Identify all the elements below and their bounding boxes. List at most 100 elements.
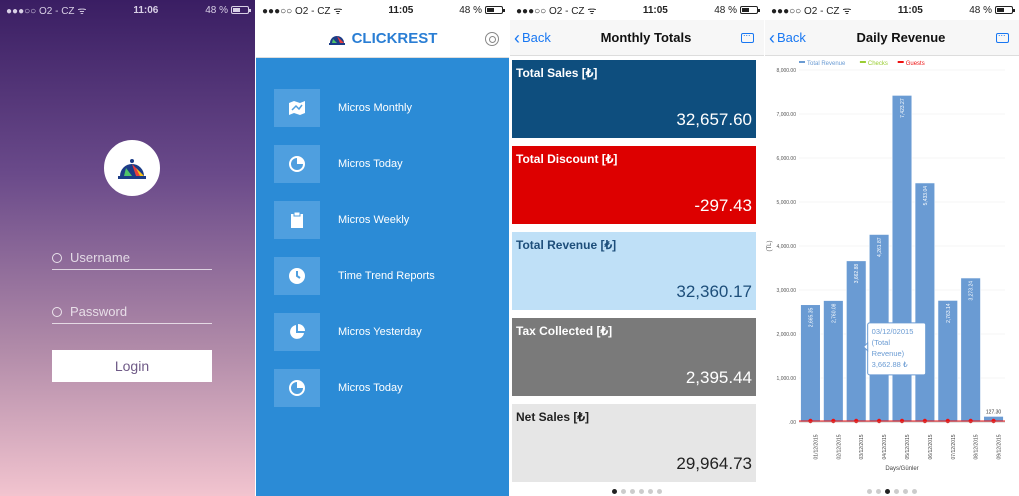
page-dot[interactable] (903, 489, 908, 494)
menu-item-micros-monthly[interactable]: Micros Monthly (256, 80, 509, 136)
y-tick-label: 6,000.00 (777, 156, 797, 162)
lock-icon (52, 306, 62, 317)
message-icon[interactable] (996, 28, 1009, 43)
page-indicator[interactable] (510, 489, 764, 494)
x-tick-label: 08/12/2015 (974, 434, 980, 459)
legend-label: Checks (868, 61, 888, 67)
x-tick-label: 06/12/2015 (928, 434, 934, 459)
page-dot[interactable] (630, 489, 635, 494)
pie-chart-icon (274, 369, 320, 407)
menu-item-label: Micros Today (338, 158, 403, 170)
tile-label: Total Revenue [₺] (516, 238, 617, 252)
clock: 11:05 (897, 4, 923, 16)
clock: 11:06 (133, 4, 159, 16)
bar-value-label: 5,433.04 (923, 186, 929, 206)
battery-percent: 48 % (205, 4, 228, 16)
menu-item-label: Micros Monthly (338, 102, 412, 114)
menu-item-label: Micros Today (338, 382, 403, 394)
tooltip-line: Revenue) (872, 349, 905, 358)
carrier-label: ●●●○○ O2 - CZ ᯤ (771, 6, 852, 17)
pie-chart-icon (274, 145, 320, 183)
back-button[interactable]: ‹ Back (765, 29, 806, 47)
y-tick-label: 4,000.00 (777, 244, 797, 250)
page-indicator[interactable] (765, 489, 1019, 494)
password-input[interactable] (70, 304, 200, 319)
menu-item-time-trend-reports[interactable]: Time Trend Reports (256, 248, 509, 304)
page-dot[interactable] (639, 489, 644, 494)
cloche-icon (328, 35, 345, 45)
battery-percent: 48 % (969, 4, 992, 16)
y-tick-label: .00 (789, 420, 796, 426)
tile-label: Net Sales [₺] (516, 410, 589, 424)
page-dot[interactable] (894, 489, 899, 494)
page-dot[interactable] (612, 489, 617, 494)
tile-value: 29,964.73 (676, 454, 752, 473)
username-input[interactable] (70, 250, 200, 265)
tile-net-sales[interactable]: Net Sales [₺] 29,964.73 (512, 404, 756, 482)
x-tick-label: 09/12/2015 (997, 434, 1003, 459)
x-tick-label: 04/12/2015 (882, 434, 888, 459)
message-icon[interactable] (741, 28, 754, 43)
carrier-label: ●●●○○ O2 - CZ ᯤ (516, 6, 597, 17)
nav-bar: ‹ Back Monthly Totals (510, 20, 764, 56)
tile-total-revenue[interactable]: Total Revenue [₺] 32,360.17 (512, 232, 756, 310)
tile-tax-collected[interactable]: Tax Collected [₺] 2,395.44 (512, 318, 756, 396)
bar-value-label: 4,261.87 (877, 237, 883, 257)
tile-total-discount[interactable]: Total Discount [₺] -297.43 (512, 146, 756, 224)
login-screen: ●●●○○ O2 - CZ ᯤ 11:06 48 % Login (0, 0, 255, 496)
page-dot[interactable] (621, 489, 626, 494)
page-dot[interactable] (876, 489, 881, 494)
y-tick-label: 2,000.00 (777, 332, 797, 338)
daily-revenue-screen: ●●●○○ O2 - CZ ᯤ 11:05 48 % ‹ Back Daily R… (765, 0, 1019, 496)
menu-item-label: Micros Weekly (338, 214, 410, 226)
tooltip-line: 03/12/02015 (872, 327, 914, 336)
page-dot[interactable] (885, 489, 890, 494)
page-dot[interactable] (648, 489, 653, 494)
settings-gear-icon[interactable] (485, 32, 499, 46)
status-bar: ●●●○○ O2 - CZ ᯤ 11:05 48 % (765, 0, 1019, 20)
battery-icon (740, 6, 760, 14)
brand-name: CLICKREST (351, 30, 438, 47)
battery-icon (485, 6, 505, 14)
y-axis-title: (TL) (767, 241, 773, 252)
monthly-totals-screen: ●●●○○ O2 - CZ ᯤ 11:05 48 % ‹ Back Monthly… (510, 0, 764, 496)
legend-label: Guests (906, 61, 925, 67)
bar-value-label: 127.30 (986, 409, 1002, 415)
bar-value-label: 2,760.08 (831, 303, 837, 323)
app-header: CLICKREST (256, 20, 509, 58)
login-button[interactable]: Login (52, 350, 212, 382)
tile-label: Tax Collected [₺] (516, 324, 613, 338)
x-tick-label: 02/12/2015 (836, 434, 842, 459)
tile-total-sales[interactable]: Total Sales [₺] 32,657.60 (512, 60, 756, 138)
menu-item-micros-yesterday[interactable]: Micros Yesterday (256, 304, 509, 360)
battery-icon (995, 6, 1015, 14)
clock: 11:05 (642, 4, 668, 16)
menu-list: Micros Monthly Micros Today Micros Weekl… (256, 80, 509, 416)
tile-value: 32,657.60 (676, 110, 752, 129)
menu-item-micros-today-2[interactable]: Micros Today (256, 360, 509, 416)
daily-revenue-chart[interactable]: Total Revenue Checks Guests .00 1,000.00 2,00… (765, 56, 1019, 476)
y-tick-label: 1,000.00 (777, 376, 797, 382)
clock-icon (274, 257, 320, 295)
page-dot[interactable] (657, 489, 662, 494)
page-dot[interactable] (912, 489, 917, 494)
back-button[interactable]: ‹ Back (510, 29, 551, 47)
bar-value-label: 3,662.88 (854, 264, 860, 284)
page-dot[interactable] (867, 489, 872, 494)
tile-value: 32,360.17 (676, 282, 752, 301)
clipboard-icon (274, 201, 320, 239)
y-tick-label: 7,000.00 (777, 112, 797, 118)
bar-value-label: 2,665.35 (808, 308, 814, 328)
cloche-icon (118, 159, 146, 179)
x-tick-label: 05/12/2015 (905, 434, 911, 459)
battery-icon (231, 6, 251, 14)
menu-item-micros-weekly[interactable]: Micros Weekly (256, 192, 509, 248)
username-field[interactable] (52, 246, 212, 270)
y-tick-label: 8,000.00 (777, 68, 797, 74)
menu-screen: ●●●○○ O2 - CZ ᯤ 11:05 48 % CLICKREST Mic… (256, 0, 509, 496)
menu-item-micros-today[interactable]: Micros Today (256, 136, 509, 192)
totals-tiles: Total Sales [₺] 32,657.60 Total Discount … (512, 60, 756, 490)
app-logo (104, 140, 160, 196)
password-field[interactable] (52, 300, 212, 324)
clock: 11:05 (388, 4, 414, 16)
